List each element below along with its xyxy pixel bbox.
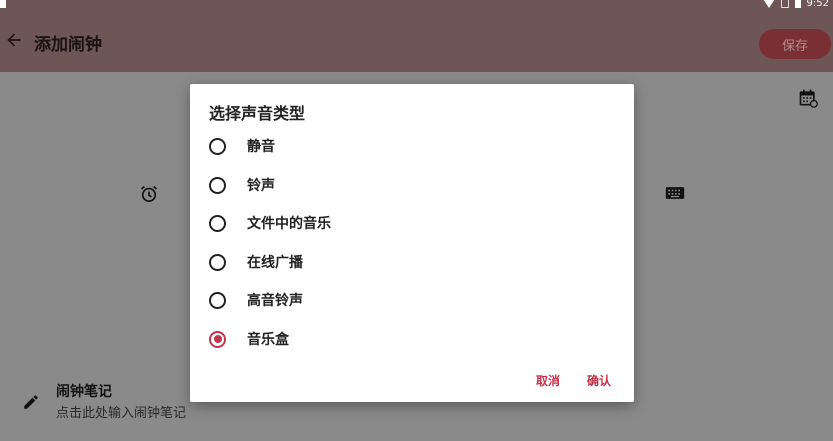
back-arrow-icon[interactable]: [4, 30, 24, 50]
calendar-icon[interactable]: [798, 88, 818, 108]
status-time: 9:52: [806, 0, 829, 9]
keyboard-icon[interactable]: [665, 184, 685, 202]
radio-button[interactable]: [209, 214, 226, 232]
note-title[interactable]: 闹钟笔记: [56, 381, 112, 401]
note-hint[interactable]: 点击此处输入闹钟笔记: [56, 402, 186, 421]
radio-button-selected[interactable]: [209, 330, 226, 348]
app-bar: 添加闹钟 保存: [0, 10, 833, 72]
option-silent[interactable]: 静音: [190, 127, 634, 165]
battery-icon: [794, 0, 801, 8]
status-bar: 9:52: [0, 0, 833, 10]
option-loud-ringtone[interactable]: 高音铃声: [190, 281, 634, 319]
save-button[interactable]: 保存: [759, 29, 831, 59]
option-label: 音乐盒: [247, 332, 289, 348]
status-icons: 9:52: [762, 0, 829, 9]
confirm-button[interactable]: 确认: [587, 372, 611, 389]
radio-button[interactable]: [209, 291, 226, 309]
option-music-from-file[interactable]: 文件中的音乐: [190, 204, 634, 242]
page-title: 添加闹钟: [34, 35, 102, 55]
radio-button[interactable]: [209, 176, 226, 194]
option-label: 静音: [247, 139, 275, 155]
option-label: 铃声: [247, 178, 275, 194]
option-label: 文件中的音乐: [247, 216, 331, 232]
radio-button[interactable]: [209, 253, 226, 271]
wifi-icon: [762, 0, 775, 8]
option-label: 在线广播: [247, 255, 303, 271]
option-label: 高音铃声: [247, 293, 303, 309]
option-ringtone[interactable]: 铃声: [190, 166, 634, 204]
radio-button[interactable]: [209, 137, 226, 155]
sound-type-dialog: 选择声音类型 静音 铃声 文件中的音乐 在线广播 高音铃声 音乐盒 取消 确认: [190, 84, 634, 402]
option-online-radio[interactable]: 在线广播: [190, 243, 634, 281]
sim-icon: [780, 0, 789, 8]
pencil-icon: [24, 395, 38, 409]
dialog-title: 选择声音类型: [209, 104, 306, 123]
cancel-button[interactable]: 取消: [536, 372, 560, 389]
option-music-box[interactable]: 音乐盒: [190, 320, 634, 358]
status-left-indicator: [0, 0, 6, 8]
alarm-clock-icon[interactable]: [139, 184, 159, 204]
